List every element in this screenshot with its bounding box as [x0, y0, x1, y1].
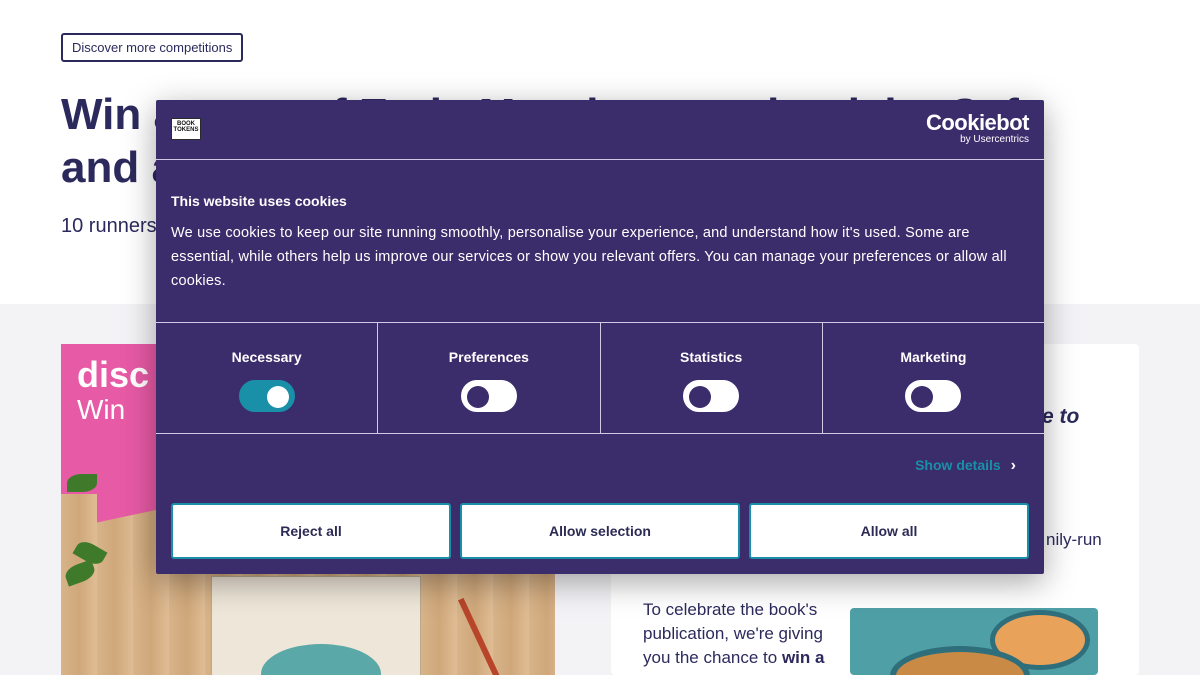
chevron-right-icon: › — [1010, 457, 1016, 474]
discover-competitions-button[interactable]: Discover more competitions — [61, 33, 244, 62]
cookie-action-buttons: Reject all Allow selection Allow all — [171, 503, 1029, 559]
cookie-dialog-header: BOOK TOKENS Cookiebot by Usercentrics — [156, 100, 1044, 160]
category-preferences: Preferences — [378, 323, 601, 433]
category-label: Marketing — [900, 349, 967, 365]
info-text-fragment: nily-run — [1046, 530, 1102, 549]
page-subtitle: 10 runners — [61, 215, 157, 237]
category-statistics: Statistics — [601, 323, 823, 433]
statistics-toggle[interactable] — [683, 380, 740, 412]
cookie-categories: Necessary Preferences Statistics Marketi… — [156, 322, 1044, 434]
preferences-toggle[interactable] — [460, 380, 517, 412]
category-label: Necessary — [231, 349, 302, 365]
cookie-dialog-title: This website uses cookies — [171, 193, 347, 209]
allow-selection-button[interactable]: Allow selection — [460, 503, 740, 559]
book-tokens-logo: BOOK TOKENS — [171, 118, 201, 140]
category-label: Preferences — [448, 349, 529, 365]
cookie-consent-dialog: BOOK TOKENS Cookiebot by Usercentrics Th… — [156, 100, 1044, 574]
marketing-toggle[interactable] — [905, 380, 962, 412]
cookie-dialog-description: We use cookies to keep our site running … — [171, 225, 1007, 289]
show-details-link[interactable]: Show details › — [915, 457, 1016, 475]
allow-all-button[interactable]: Allow all — [749, 503, 1029, 559]
promo-heading: disc — [77, 354, 150, 395]
category-marketing: Marketing — [823, 323, 1044, 433]
category-necessary: Necessary — [156, 323, 379, 433]
info-body: To celebrate the book's publication, we'… — [643, 600, 825, 667]
category-label: Statistics — [680, 349, 743, 365]
necessary-toggle[interactable] — [238, 380, 295, 412]
cookiebot-logo: Cookiebot by Usercentrics — [925, 110, 1030, 146]
info-heading-fragment: e to — [1042, 405, 1080, 428]
food-image — [850, 608, 1098, 675]
promo-win-text: Win — [77, 394, 126, 425]
reject-all-button[interactable]: Reject all — [171, 503, 451, 559]
